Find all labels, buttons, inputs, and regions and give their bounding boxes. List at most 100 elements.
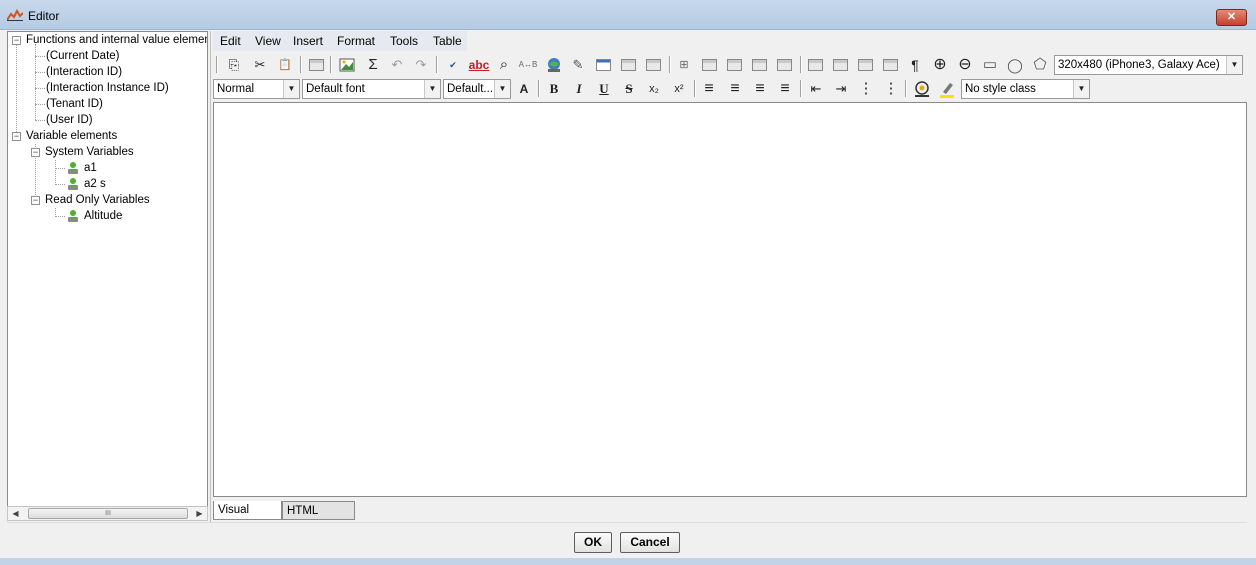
cancel-button[interactable]: Cancel [620, 532, 680, 553]
text-color-icon[interactable] [912, 79, 932, 99]
spelling-abc-icon[interactable]: abc [467, 55, 491, 75]
tree-leaf-function[interactable]: (Current Date) [46, 48, 120, 64]
justify-icon[interactable]: ≡ [775, 79, 795, 99]
tree-leaf-variable[interactable]: Altitude [84, 208, 122, 224]
table-props-icon[interactable] [858, 59, 873, 71]
clean-format-icon[interactable]: ✎ [568, 55, 588, 75]
highlight-icon[interactable] [937, 79, 957, 99]
redo-icon[interactable]: ↷ [411, 55, 431, 75]
align-left-icon[interactable]: ≡ [699, 79, 719, 99]
tree-leaf-function[interactable]: (Interaction Instance ID) [46, 80, 169, 96]
close-button[interactable]: ✕ [1216, 9, 1247, 26]
table-cell-icon[interactable] [702, 59, 717, 71]
dropdown-arrow-icon[interactable]: ▼ [494, 80, 510, 98]
tree-leaf-variable[interactable]: a1 [84, 160, 97, 176]
menu-format[interactable]: Format [337, 34, 375, 48]
bold-icon[interactable]: B [544, 79, 564, 99]
splitter[interactable] [210, 31, 211, 565]
table-props-icon[interactable] [808, 59, 823, 71]
toolbar-separator [538, 80, 540, 97]
scroll-left-icon[interactable]: ◀ [8, 507, 23, 520]
superscript-icon[interactable]: x² [669, 79, 689, 99]
collapse-toggle[interactable]: − [31, 196, 40, 205]
style-class-select[interactable]: No style class ▼ [961, 79, 1090, 99]
globe-link-icon[interactable] [544, 55, 564, 75]
font-size-select[interactable]: Default... ▼ [443, 79, 511, 99]
dropdown-arrow-icon[interactable]: ▼ [1073, 80, 1089, 98]
app-icon [7, 9, 23, 21]
paragraph-style-select[interactable]: Normal ▼ [213, 79, 300, 99]
tab-html-source[interactable]: HTML Source [282, 501, 355, 535]
menu-view[interactable]: View [255, 34, 281, 48]
tree-node-variables[interactable]: Variable elements [26, 128, 117, 144]
table-merge-icon[interactable]: ⊞ [674, 55, 694, 75]
unordered-list-icon[interactable]: ⋮ [881, 79, 901, 99]
table-cell-icon[interactable] [777, 59, 792, 71]
visual-editor-content[interactable] [213, 102, 1247, 497]
tree-node-read-only-variables[interactable]: Read Only Variables [45, 192, 150, 208]
tab-visual-editor[interactable]: Visual Editor [213, 501, 282, 534]
ellipse-icon[interactable]: ◯ [1005, 55, 1025, 75]
zoom-in-icon[interactable]: ⊕ [930, 55, 950, 75]
find-icon[interactable]: ⌕ [494, 55, 514, 75]
ok-button[interactable]: OK [574, 532, 612, 553]
underline-icon[interactable]: U [594, 79, 614, 99]
strikethrough-icon[interactable]: S [619, 79, 639, 99]
polygon-icon[interactable]: ⬠ [1030, 55, 1050, 75]
table-props-icon[interactable] [883, 59, 898, 71]
table-props-icon[interactable] [833, 59, 848, 71]
font-size-grow-icon[interactable]: A [514, 79, 534, 99]
paste-icon[interactable]: 📋 [275, 55, 295, 75]
undo-icon[interactable]: ↶ [387, 55, 407, 75]
toolbar-separator [436, 56, 438, 73]
dropdown-arrow-icon[interactable]: ▼ [1226, 56, 1242, 74]
copy-icon[interactable]: ⎘ [224, 55, 244, 75]
sigma-icon[interactable]: Σ [363, 55, 383, 75]
tree-leaf-function[interactable]: (Tenant ID) [46, 96, 103, 112]
table-column-icon[interactable] [646, 59, 661, 71]
tree-leaf-variable[interactable]: a2 s [84, 176, 106, 192]
menu-tools[interactable]: Tools [390, 34, 418, 48]
table-row-icon[interactable] [621, 59, 636, 71]
window-bottom-edge [0, 558, 1256, 565]
tree-connector [35, 88, 45, 89]
tree-node-functions[interactable]: Functions and internal value elements [26, 32, 207, 48]
menu-edit[interactable]: Edit [220, 34, 241, 48]
ordered-list-icon[interactable]: ⋮ [856, 79, 876, 99]
italic-icon[interactable]: I [569, 79, 589, 99]
collapse-toggle[interactable]: − [12, 132, 21, 141]
dropdown-arrow-icon[interactable]: ▼ [424, 80, 440, 98]
table-icon[interactable] [309, 59, 324, 71]
tree-node-system-variables[interactable]: System Variables [45, 144, 134, 160]
paragraph-icon[interactable]: ¶ [905, 55, 925, 75]
menu-insert[interactable]: Insert [293, 34, 323, 48]
rectangle-icon[interactable]: ▭ [980, 55, 1000, 75]
table-cell-icon[interactable] [727, 59, 742, 71]
title-bar: Editor ✕ [0, 0, 1256, 30]
replace-icon[interactable]: A↔B [518, 55, 538, 75]
outdent-icon[interactable]: ⇤ [806, 79, 826, 99]
device-select[interactable]: 320x480 (iPhone3, Galaxy Ace) ▼ [1054, 55, 1243, 75]
image-icon[interactable] [337, 55, 357, 75]
menu-table[interactable]: Table [433, 34, 462, 48]
zoom-out-icon[interactable]: ⊖ [955, 55, 975, 75]
collapse-toggle[interactable]: − [12, 36, 21, 45]
variable-icon [68, 162, 78, 174]
collapse-toggle[interactable]: − [31, 148, 40, 157]
scroll-thumb[interactable]: III [28, 508, 188, 519]
indent-icon[interactable]: ⇥ [831, 79, 851, 99]
toolbar-format: Normal ▼ Default font ▼ Default... ▼ A B… [213, 78, 1247, 100]
font-family-select[interactable]: Default font ▼ [302, 79, 441, 99]
subscript-icon[interactable]: x₂ [644, 79, 664, 99]
tree-leaf-function[interactable]: (User ID) [46, 112, 93, 128]
cut-icon[interactable]: ✂ [250, 55, 270, 75]
dropdown-arrow-icon[interactable]: ▼ [283, 80, 299, 98]
spellcheck-icon[interactable]: ✔ [443, 55, 463, 75]
scroll-right-icon[interactable]: ▶ [192, 507, 207, 520]
align-right-icon[interactable]: ≡ [750, 79, 770, 99]
align-center-icon[interactable]: ≡ [725, 79, 745, 99]
tree-leaf-function[interactable]: (Interaction ID) [46, 64, 122, 80]
insert-table-icon[interactable] [596, 59, 611, 71]
horizontal-scrollbar[interactable]: ◀ III ▶ [7, 506, 208, 521]
table-cell-icon[interactable] [752, 59, 767, 71]
